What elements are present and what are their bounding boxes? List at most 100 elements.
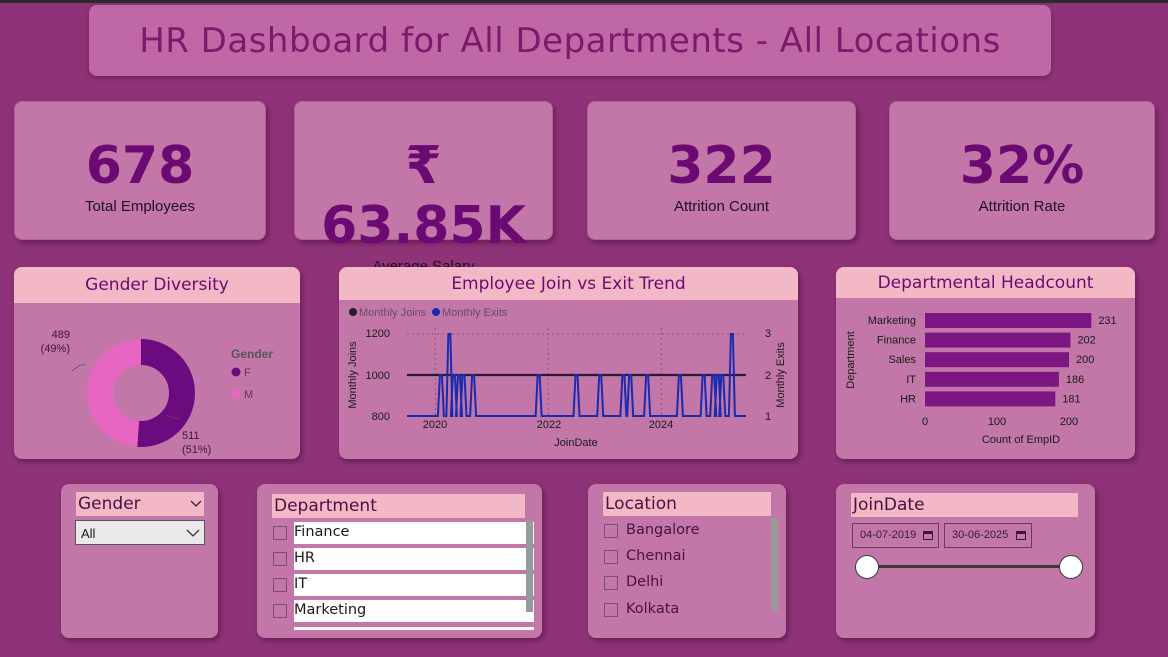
legend-dot-exits — [432, 308, 440, 316]
slicer-title-text: Location — [603, 492, 771, 516]
checkbox[interactable] — [273, 578, 287, 592]
kpi-attrition-rate[interactable]: 32% Attrition Rate — [889, 101, 1155, 240]
legend-dot-m — [231, 389, 241, 399]
list-item-label: Kolkata — [626, 601, 680, 617]
kpi-attrition-count[interactable]: 322 Attrition Count — [587, 101, 856, 240]
slicer-title-text: JoinDate — [851, 493, 1078, 517]
chart-title: Gender Diversity — [14, 267, 300, 303]
location-slicer[interactable]: Location Bangalore Chennai Delhi Kolkata — [588, 484, 786, 638]
slider-start-handle[interactable] — [855, 555, 879, 579]
gender-slicer[interactable]: Gender All — [61, 484, 218, 638]
checkbox[interactable] — [604, 603, 618, 617]
chevron-down-icon[interactable] — [190, 500, 202, 508]
title-card: HR Dashboard for All Departments - All L… — [89, 5, 1051, 76]
kpi-value: ₹ 63.85K — [321, 136, 526, 256]
bar[interactable] — [925, 332, 1071, 348]
legend-item-exits[interactable]: Monthly Exits — [442, 307, 508, 319]
x-tick: 100 — [988, 416, 1006, 428]
donut-chart[interactable]: 489 (49%) 511 (51%) Gender F M — [14, 303, 300, 459]
legend-title: Gender — [231, 347, 273, 361]
list-overflow — [294, 627, 534, 630]
data-label: 186 — [1066, 374, 1084, 386]
x-axis-label: JoinDate — [554, 437, 597, 449]
kpi-label: Attrition Rate — [978, 198, 1066, 215]
gender-diversity-card[interactable]: Gender Diversity 489 (49%) 511 (51%) Gen… — [14, 267, 300, 459]
y-axis-label: Department — [845, 331, 857, 388]
start-date-value: 04-07-2019 — [860, 529, 917, 541]
kpi-value: 678 — [85, 136, 195, 196]
bar[interactable] — [925, 313, 1092, 328]
category-label: IT — [906, 374, 916, 386]
checkbox[interactable] — [273, 552, 287, 566]
list-item[interactable]: Finance — [273, 522, 535, 544]
chevron-down-icon[interactable] — [186, 529, 200, 538]
bar[interactable] — [925, 371, 1059, 387]
x-tick: 2024 — [649, 419, 673, 431]
calendar-icon[interactable] — [923, 531, 933, 540]
list-item[interactable]: Kolkata — [604, 599, 774, 621]
slicer-title-text: Department — [272, 494, 525, 518]
kpi-value: 322 — [667, 136, 776, 196]
x-tick: 200 — [1060, 416, 1078, 428]
grid — [407, 328, 746, 416]
list-item[interactable]: Chennai — [604, 546, 774, 568]
bar-chart[interactable]: Department Marketing 231 Finance 202 Sales 20… — [836, 298, 1135, 459]
list-item[interactable]: Bangalore — [604, 520, 774, 542]
y-left-axis-label: Monthly Joins — [347, 341, 359, 409]
y-right-tick: 1 — [765, 411, 771, 423]
checkbox[interactable] — [273, 604, 287, 618]
legend-item-joins[interactable]: Monthly Joins — [359, 307, 427, 319]
gender-slicer-title[interactable]: Gender — [76, 492, 204, 516]
legend-item-m[interactable]: M — [244, 389, 253, 401]
kpi-label: Total Employees — [84, 198, 196, 215]
category-label: Sales — [888, 354, 916, 366]
start-date-input[interactable]: 04-07-2019 — [852, 523, 939, 548]
y-right-axis-label: Monthly Exits — [775, 342, 787, 408]
list-item-label: Chennai — [626, 548, 686, 564]
gender-dropdown[interactable]: All — [75, 520, 205, 545]
bar[interactable] — [925, 391, 1056, 407]
y-left-tick: 1000 — [366, 370, 390, 382]
list-item[interactable]: IT — [273, 574, 535, 596]
scrollbar[interactable] — [526, 520, 533, 612]
kpi-value: 32% — [959, 136, 1085, 196]
donut-slice-f[interactable] — [137, 339, 195, 447]
checkbox[interactable] — [604, 550, 618, 564]
window-top-bar — [0, 0, 1168, 3]
list-item[interactable]: HR — [273, 548, 535, 570]
data-label: 181 — [1062, 393, 1080, 405]
slider-end-handle[interactable] — [1059, 555, 1083, 579]
list-item-label: Delhi — [626, 574, 664, 590]
kpi-average-salary[interactable]: ₹ 63.85K Average Salary — [294, 101, 553, 275]
slice-label-pct: (49%) — [41, 343, 70, 355]
join-exit-trend-card[interactable]: Employee Join vs Exit Trend Monthly Join… — [339, 267, 798, 459]
list-item[interactable]: Marketing — [273, 600, 535, 622]
y-right-tick: 2 — [765, 370, 771, 382]
checkbox[interactable] — [604, 576, 618, 590]
kpi-total-employees[interactable]: 678 Total Employees — [14, 101, 266, 240]
end-date-input[interactable]: 30-06-2025 — [944, 523, 1032, 548]
line-chart[interactable]: Monthly Joins Monthly Exits 1200 1000 80… — [339, 300, 798, 459]
checkbox[interactable] — [273, 526, 287, 540]
list-item[interactable]: Delhi — [604, 572, 774, 594]
category-label: HR — [900, 393, 916, 405]
donut-slice-m[interactable] — [87, 339, 142, 447]
slider-track[interactable] — [866, 565, 1071, 568]
scrollbar[interactable] — [771, 518, 778, 611]
end-date-value: 30-06-2025 — [952, 529, 1009, 541]
department-slicer[interactable]: Department Finance HR IT Marketing — [257, 484, 542, 638]
donut-group — [87, 339, 195, 447]
slicer-title-text: Gender — [78, 494, 141, 514]
legend-dot-f — [231, 367, 241, 377]
x-axis-label: Count of EmpID — [982, 434, 1060, 446]
list-item-label: Finance — [294, 524, 350, 540]
bar[interactable] — [925, 352, 1069, 368]
chart-title: Departmental Headcount — [836, 267, 1135, 298]
legend-item-f[interactable]: F — [244, 367, 251, 379]
departmental-headcount-card[interactable]: Departmental Headcount Department Market… — [836, 267, 1135, 459]
joindate-slicer[interactable]: JoinDate 04-07-2019 30-06-2025 — [836, 484, 1095, 638]
chart-title: Employee Join vs Exit Trend — [339, 267, 798, 300]
calendar-icon[interactable] — [1016, 531, 1026, 540]
checkbox[interactable] — [604, 524, 618, 538]
y-left-tick: 1200 — [366, 328, 390, 340]
